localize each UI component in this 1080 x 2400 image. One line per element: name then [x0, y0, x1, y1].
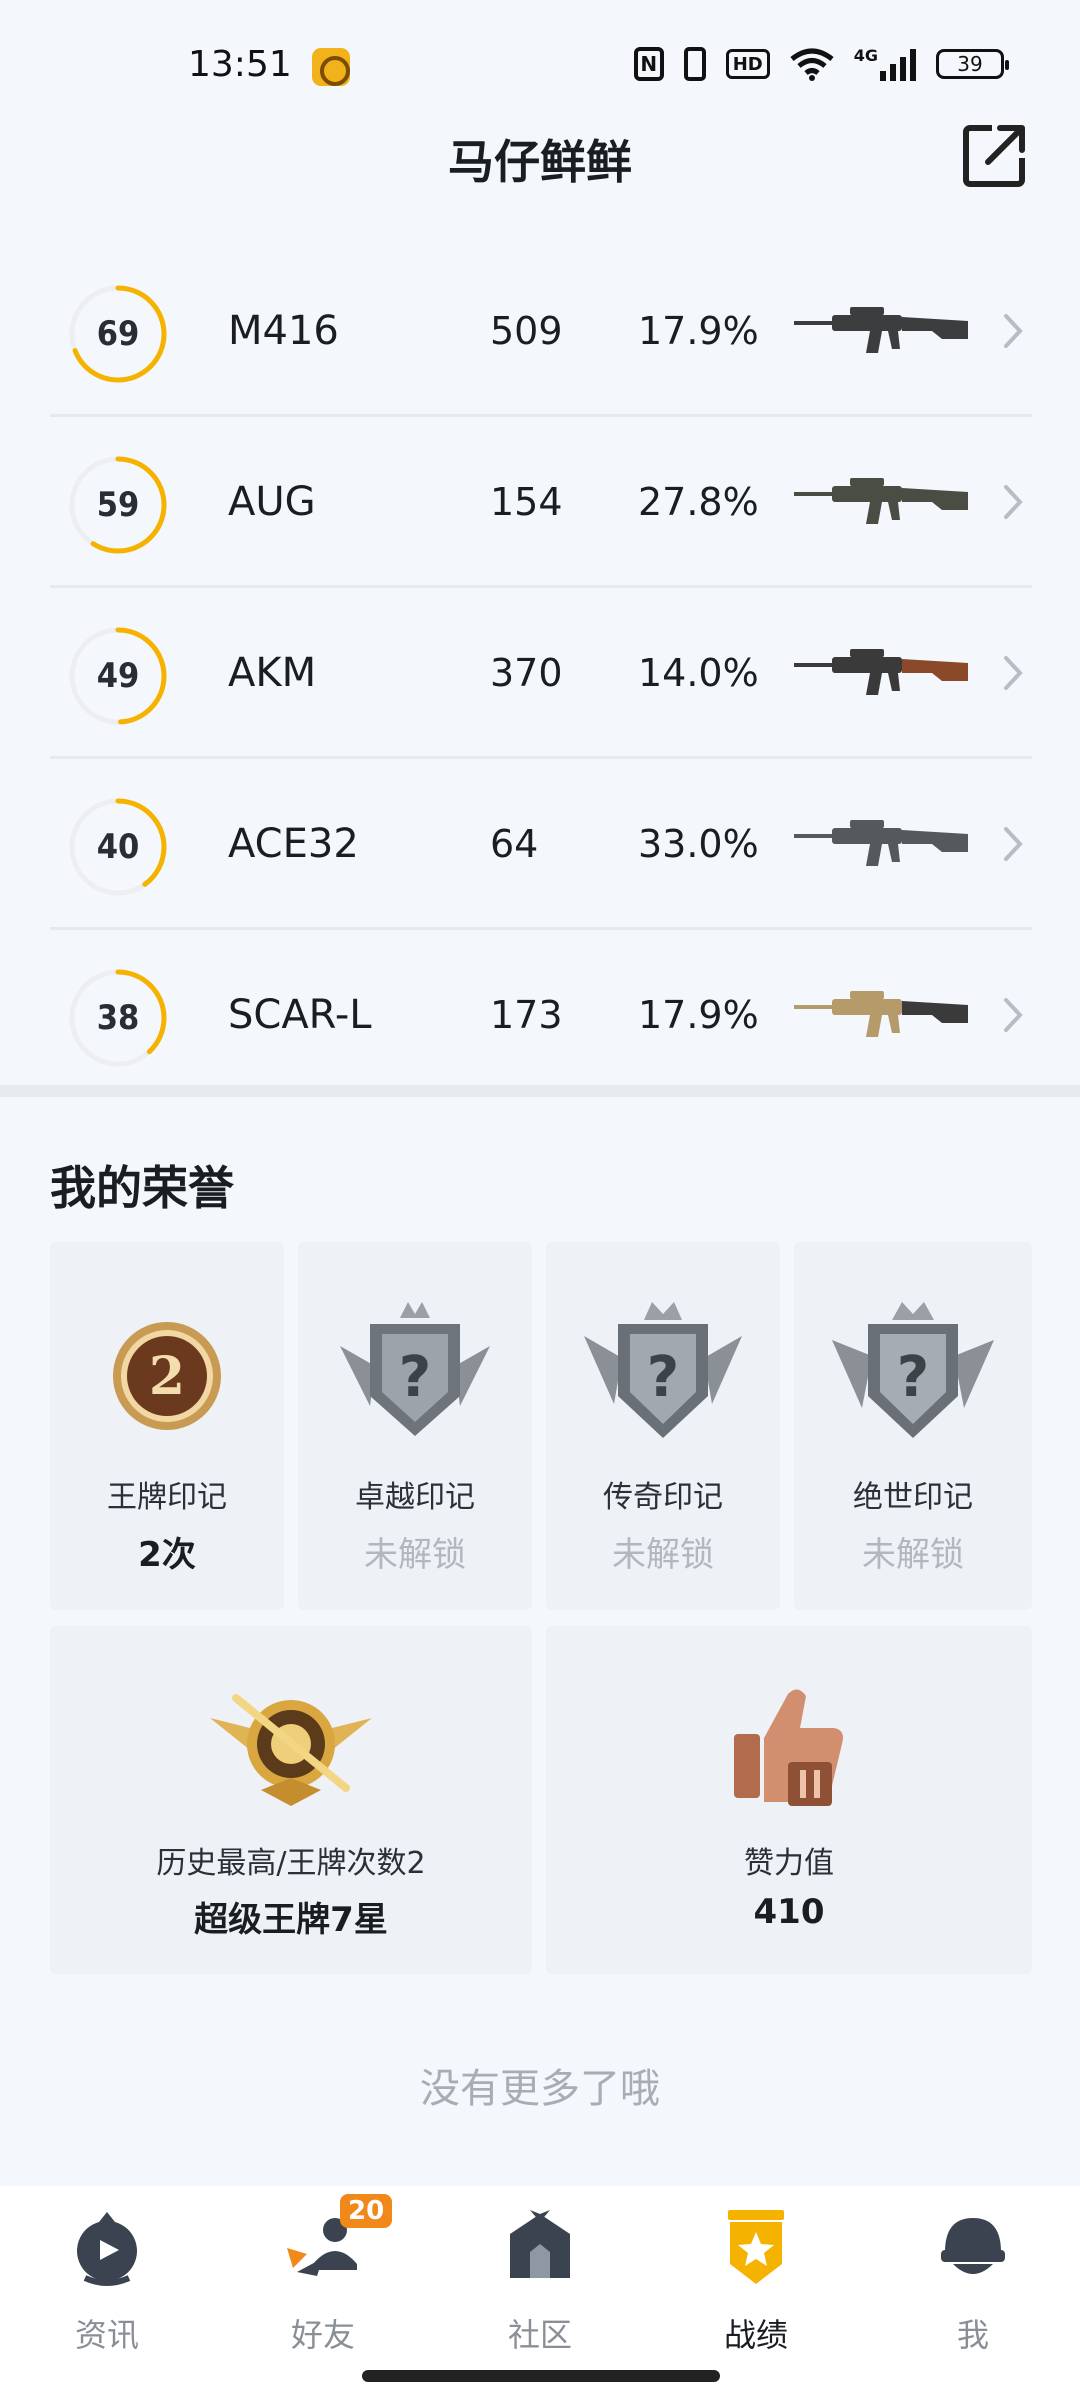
akm-rifle-icon: [794, 649, 968, 695]
honor-label: 赞力值: [744, 1846, 834, 1881]
nav-label: 战绩: [723, 2316, 788, 2354]
no-more-text: 没有更多了哦: [420, 2066, 660, 2112]
honor-label: 绝世印记: [853, 1480, 973, 1515]
wifi-icon: [790, 46, 834, 82]
weapon-name: AUG: [228, 479, 316, 525]
weapon-score: 40: [96, 827, 140, 867]
ace32-rifle-icon: [794, 820, 968, 866]
weapon-row[interactable]: 69 M416 509 17.9%: [50, 246, 1032, 417]
nav-label: 我: [956, 2316, 989, 2354]
weapon-name: M416: [228, 308, 339, 354]
weapon-rate: 14.0%: [638, 651, 759, 695]
community-icon: [510, 2210, 570, 2278]
weapon-row[interactable]: 40 ACE32 64 33.0%: [50, 759, 1032, 930]
weapon-row[interactable]: 59 AUG 154 27.8%: [50, 417, 1032, 588]
weapon-score: 38: [96, 998, 140, 1038]
chevron-right-icon: [1004, 998, 1023, 1032]
friends-notification-badge: 20: [340, 2194, 393, 2228]
profile-icon: [941, 2218, 1005, 2274]
cellular-signal-icon: 4G: [854, 46, 916, 82]
honor-value: 未解锁: [862, 1535, 964, 1575]
home-indicator[interactable]: [362, 2370, 720, 2382]
status-bar: 13:51 N HD 4G 39: [0, 0, 1080, 130]
locked-badge-symbol: ?: [647, 1345, 679, 1410]
locked-badge-symbol: ?: [399, 1345, 431, 1410]
honors-title: 我的荣誉: [50, 1161, 234, 1215]
honor-value: 未解锁: [364, 1535, 466, 1575]
nav-item-community[interactable]: 社区: [465, 2208, 615, 2358]
share-button[interactable]: [962, 122, 1028, 188]
honor-card-legend-mark[interactable]: ? 传奇印记 未解锁: [546, 1242, 780, 1610]
locked-badge-icon: ?: [584, 1302, 742, 1438]
honor-card-excellent-mark[interactable]: ? 卓越印记 未解锁: [298, 1242, 532, 1610]
weapon-score: 49: [96, 656, 140, 696]
locked-badge-symbol: ?: [897, 1345, 929, 1410]
honor-label: 传奇印记: [603, 1480, 723, 1515]
weapon-kills: 154: [490, 480, 563, 524]
ace-tier-emblem-icon: [210, 1694, 372, 1806]
weapon-row[interactable]: 38 SCAR-L 173 17.9%: [50, 930, 1032, 1101]
hd-icon: HD: [725, 49, 770, 79]
thumbs-up-icon: [734, 1689, 843, 1806]
locked-badge-icon: ?: [832, 1302, 994, 1438]
status-time: 13:51: [188, 44, 292, 85]
honor-value: 超级王牌7星: [194, 1900, 388, 1940]
weapon-name: ACE32: [228, 821, 359, 867]
news-icon: [77, 2212, 137, 2286]
weapon-name: AKM: [228, 650, 317, 696]
nav-item-profile[interactable]: 我: [898, 2208, 1048, 2358]
network-type: 4G: [853, 46, 878, 65]
m416-rifle-icon: [794, 307, 968, 353]
nav-item-records[interactable]: 战绩: [681, 2208, 831, 2358]
honor-label: 历史最高/王牌次数2: [156, 1846, 426, 1881]
honor-card-peerless-mark[interactable]: ? 绝世印记 未解锁: [794, 1242, 1032, 1610]
weapon-row[interactable]: 49 AKM 370 14.0%: [50, 588, 1032, 759]
nav-label: 社区: [507, 2316, 572, 2354]
battery-icon: 39: [936, 49, 1009, 79]
nav-item-friends[interactable]: 好友: [248, 2208, 398, 2358]
weapon-name: SCAR-L: [228, 992, 372, 1038]
honor-value: 2次: [138, 1535, 196, 1575]
nav-label: 资讯: [74, 2316, 139, 2354]
ace-mark-badge-number: 2: [149, 1346, 185, 1407]
honor-card-likes[interactable]: 赞力值 410: [546, 1626, 1032, 1974]
chevron-right-icon: [1004, 827, 1023, 861]
weapon-rate: 27.8%: [638, 480, 759, 524]
battery-level: 39: [957, 52, 983, 76]
honor-card-ace-mark[interactable]: 2 王牌印记 2次: [50, 1242, 284, 1610]
scar-l-rifle-icon: [794, 991, 968, 1037]
honor-label: 卓越印记: [355, 1480, 475, 1515]
weapon-rate: 33.0%: [638, 822, 759, 866]
chevron-right-icon: [1004, 314, 1023, 348]
locked-badge-icon: ?: [340, 1302, 490, 1436]
weapon-kills: 64: [490, 822, 539, 866]
nav-label: 好友: [290, 2316, 355, 2354]
nav-item-news[interactable]: 资讯: [32, 2208, 182, 2358]
weapon-list: 69 M416 509 17.9% 59 AUG 154 27.8% 49 AK…: [50, 246, 1032, 1101]
weapon-rate: 17.9%: [638, 309, 759, 353]
section-divider: [0, 1085, 1080, 1097]
weapon-score: 69: [96, 314, 140, 354]
honor-label: 王牌印记: [107, 1480, 227, 1515]
weapon-score: 59: [96, 485, 140, 525]
vibrate-icon: [683, 47, 706, 81]
weapon-kills: 173: [490, 993, 563, 1037]
chevron-right-icon: [1004, 656, 1023, 690]
weapon-rate: 17.9%: [638, 993, 759, 1037]
aug-rifle-icon: [794, 478, 968, 524]
ace-mark-badge-icon: 2: [113, 1322, 221, 1430]
app-notification-icon: [312, 48, 350, 86]
honor-value: 未解锁: [612, 1535, 714, 1575]
weapon-kills: 370: [490, 651, 563, 695]
records-icon: [728, 2210, 784, 2284]
nfc-icon: N: [633, 47, 664, 81]
bottom-nav: 资讯 好友 20 社区 战绩 我: [0, 2186, 1080, 2400]
chevron-right-icon: [1004, 485, 1023, 519]
honor-value: 410: [753, 1892, 825, 1932]
share-icon: [963, 125, 1025, 187]
honor-card-history-tier[interactable]: 历史最高/王牌次数2 超级王牌7星: [50, 1626, 532, 1974]
page-title: 马仔鲜鲜: [448, 135, 632, 189]
weapon-kills: 509: [490, 309, 563, 353]
